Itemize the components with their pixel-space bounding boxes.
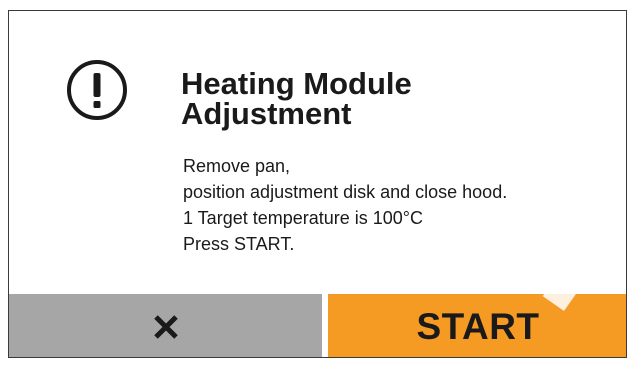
- message-line: Press START.: [183, 234, 295, 254]
- message-line: position adjustment disk and close hood.: [183, 182, 508, 202]
- dialog-title-line1: Heating Module: [181, 66, 412, 101]
- exclamation-circle-icon: [67, 60, 127, 120]
- message-line: Remove pan,: [183, 156, 291, 176]
- start-button[interactable]: START: [328, 294, 626, 357]
- screen: Heating Module Adjustment Remove pan, po…: [0, 0, 637, 365]
- adjustment-dialog: Heating Module Adjustment Remove pan, po…: [8, 10, 627, 358]
- start-button-label: START: [416, 305, 540, 347]
- cancel-button[interactable]: [9, 294, 322, 357]
- dialog-message: Remove pan, position adjustment disk and…: [183, 153, 623, 257]
- dialog-title-line2: Adjustment: [181, 96, 352, 131]
- message-line: 1 Target temperature is 100°C: [183, 208, 423, 228]
- dialog-title: Heating Module Adjustment: [181, 66, 581, 131]
- close-x-icon: [153, 314, 178, 339]
